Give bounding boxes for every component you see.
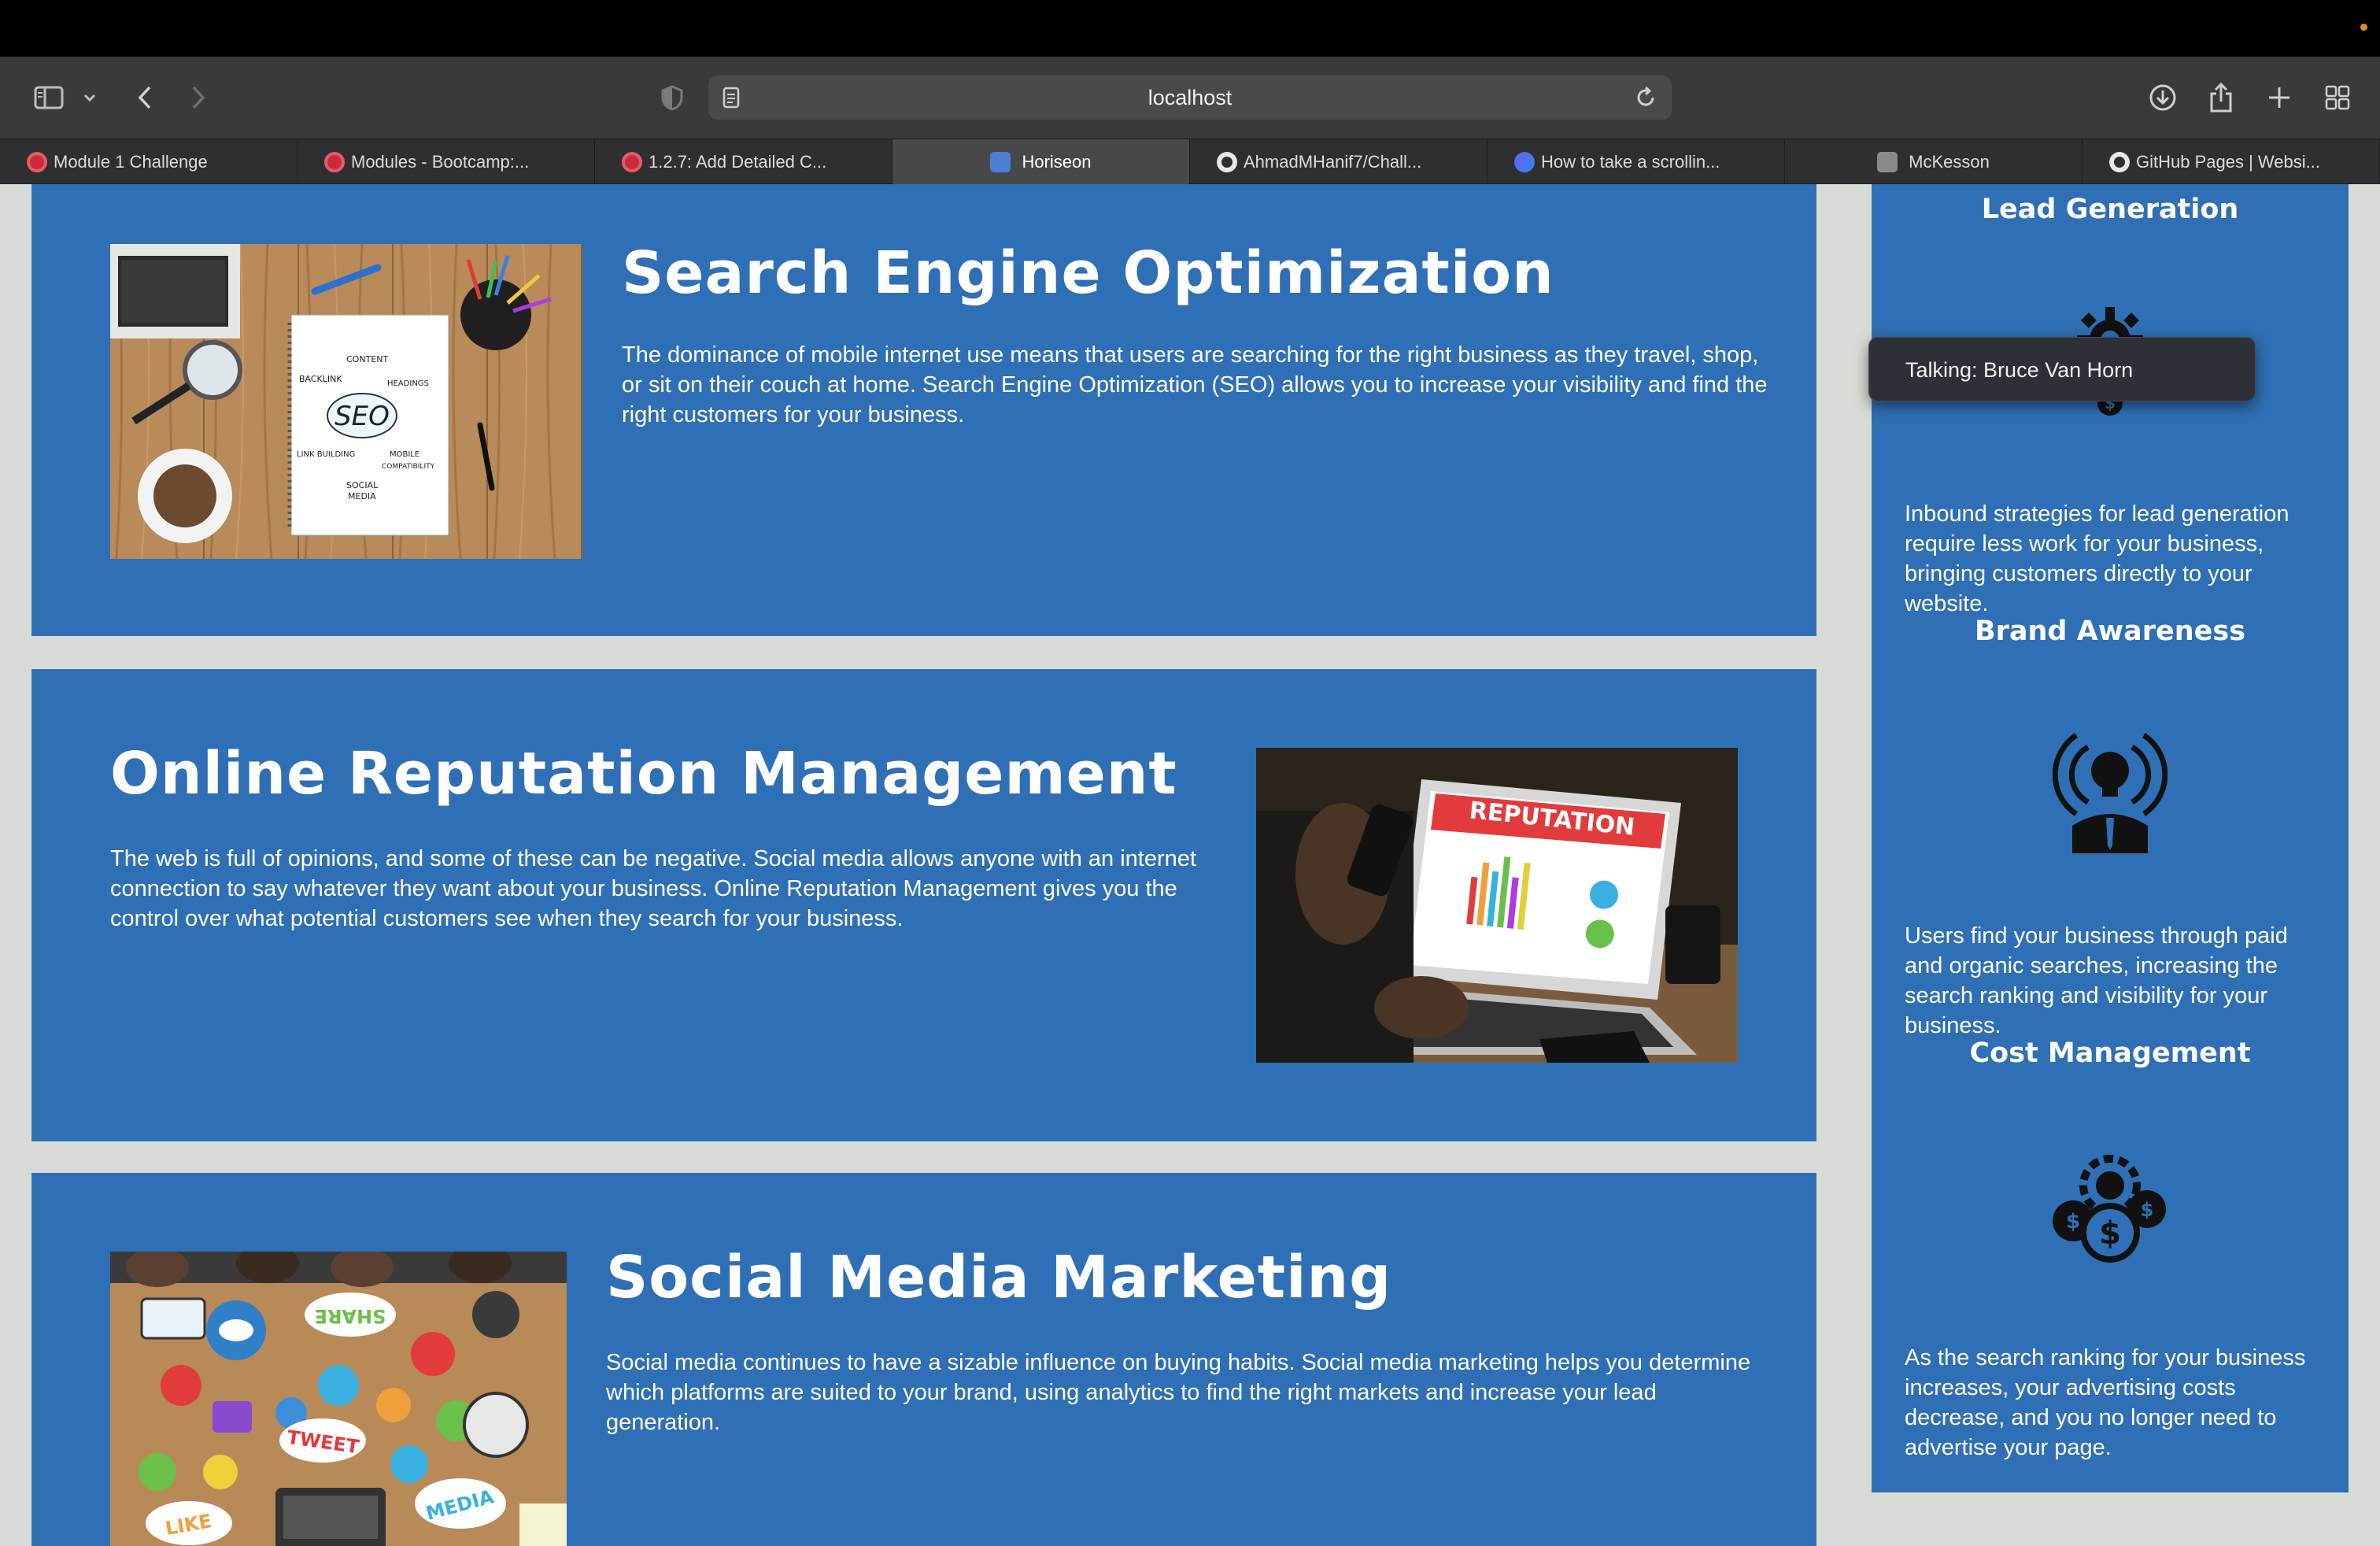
horiseon-icon (990, 151, 1011, 172)
media-word: MEDIA (348, 491, 376, 501)
svg-text:$: $ (2141, 1199, 2154, 1221)
tab-label: Horiseon (1022, 151, 1092, 172)
tab-github-pages[interactable]: GitHub Pages | Websi... (2082, 139, 2380, 184)
tab-modules-bootcamp[interactable]: Modules - Bootcamp:... (298, 139, 595, 184)
tab-bar: Module 1 Challenge Modules - Bootcamp:..… (0, 139, 2380, 184)
cost-management-icon: $ $ $ (2049, 1146, 2171, 1275)
tab-scrolling-screenshot[interactable]: How to take a scrollin... (1488, 139, 1785, 184)
seo-image: SEO BACKLINK CONTENT HEADINGS LINK BUILD… (110, 244, 582, 559)
tab-label: 1.2.7: Add Detailed C... (649, 151, 827, 172)
seo-text: The dominance of mobile internet use mea… (622, 342, 1768, 427)
share-icon[interactable] (2205, 57, 2237, 139)
smm-text: Social media continues to have a sizable… (606, 1350, 1751, 1435)
headings-word: HEADINGS (387, 379, 429, 388)
orm-text: The web is full of opinions, and some of… (110, 846, 1196, 931)
orm-title: Online Reputation Management (110, 740, 1177, 808)
mobile-word: MOBILE (390, 450, 419, 459)
tab-label: Modules - Bootcamp:... (351, 151, 530, 172)
browser-toolbar: localhost (0, 57, 2380, 139)
tab-label: How to take a scrollin... (1541, 151, 1720, 172)
tab-label: McKesson (1909, 151, 1990, 172)
tab-label: Module 1 Challenge (54, 151, 208, 172)
orm-section: Online Reputation Management The web is … (31, 669, 1816, 1141)
reload-icon[interactable] (1634, 86, 1658, 113)
share-word: SHARE (315, 1305, 386, 1327)
bootcamp-icon (622, 152, 642, 172)
tab-module-1-challenge[interactable]: Module 1 Challenge (0, 139, 298, 184)
github-icon (2109, 152, 2130, 172)
system-menubar (0, 0, 2380, 57)
smm-section: SHARE TWEET LIKE MEDIA Social Media Mark… (31, 1173, 1816, 1546)
new-tab-icon[interactable] (2264, 57, 2295, 139)
social-word: SOCIAL (346, 480, 379, 490)
url-text: localhost (1148, 86, 1232, 109)
sidebar-toggle-icon[interactable] (28, 57, 69, 139)
brand-awareness-text: Users find your business through paid an… (1905, 923, 2288, 1038)
brand-awareness-title: Brand Awareness (1974, 616, 2246, 647)
tab-label: AhmadMHanif7/Chall... (1244, 151, 1422, 172)
tab-add-detailed[interactable]: 1.2.7: Add Detailed C... (595, 139, 893, 184)
bootcamp-icon (27, 152, 47, 172)
notification-dot-icon (2360, 24, 2367, 31)
bootcamp-icon (324, 152, 345, 172)
smm-image: SHARE TWEET LIKE MEDIA (110, 1252, 567, 1546)
link-building-word: LINK BUILDING (297, 450, 355, 459)
cost-management-title: Cost Management (1969, 1037, 2251, 1069)
privacy-shield-icon[interactable] (658, 57, 686, 139)
address-bar[interactable]: localhost (708, 76, 1672, 120)
talking-tooltip: Talking: Bruce Van Horn (1868, 337, 2256, 401)
tab-horiseon[interactable]: Horiseon (893, 139, 1190, 184)
lead-generation-text: Inbound strategies for lead generation r… (1905, 501, 2289, 616)
tab-overview-icon[interactable] (2322, 57, 2353, 139)
brand-awareness-icon (2052, 727, 2168, 856)
page-viewport: SEO BACKLINK CONTENT HEADINGS LINK BUILD… (0, 184, 2380, 1546)
chevron-down-icon[interactable] (79, 57, 101, 139)
content-word: CONTENT (346, 354, 388, 364)
cost-management-text: As the search ranking for your business … (1905, 1345, 2306, 1460)
app-icon (1514, 152, 1535, 172)
svg-text:$: $ (2099, 1215, 2121, 1252)
download-icon[interactable] (2147, 57, 2179, 139)
compatibility-word: COMPATIBILITY (382, 463, 435, 471)
tab-github-challenge[interactable]: AhmadMHanif7/Chall... (1190, 139, 1488, 184)
seo-title: Search Engine Optimization (622, 239, 1554, 307)
backlink-word: BACKLINK (299, 374, 342, 384)
lead-generation-title: Lead Generation (1981, 194, 2239, 225)
tab-label: GitHub Pages | Websi... (2136, 151, 2320, 172)
smm-title: Social Media Marketing (606, 1244, 1392, 1311)
back-icon[interactable] (129, 57, 161, 139)
svg-text:$: $ (2066, 1210, 2080, 1233)
mckesson-icon (1877, 151, 1898, 172)
forward-icon[interactable] (183, 57, 214, 139)
tab-mckesson[interactable]: McKesson (1785, 139, 2082, 184)
seo-word: SEO (334, 401, 390, 432)
orm-image: REPUTATION (1256, 748, 1738, 1063)
github-icon (1217, 152, 1237, 172)
seo-section: SEO BACKLINK CONTENT HEADINGS LINK BUILD… (31, 184, 1816, 636)
